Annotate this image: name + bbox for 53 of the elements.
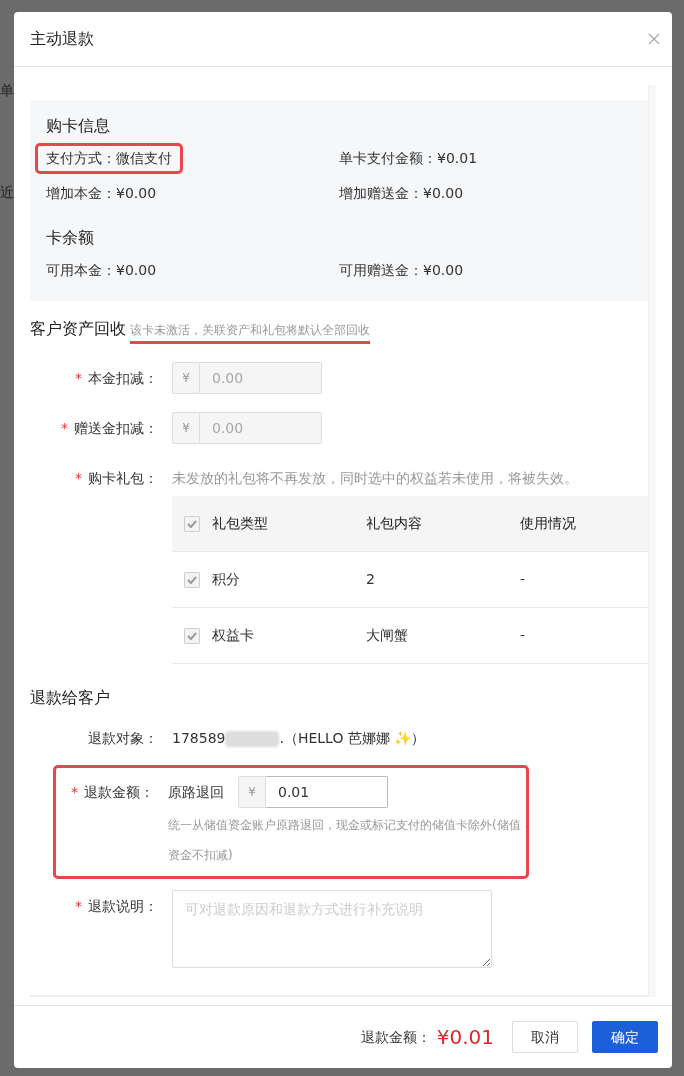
close-icon[interactable] xyxy=(648,33,660,45)
field-label-text: 本金扣减： xyxy=(88,370,158,386)
column-header: 使用情况 xyxy=(520,514,577,533)
info-field: 支付方式：微信支付 xyxy=(38,146,180,171)
redaction-mark xyxy=(225,731,280,747)
total-label: 退款金额： xyxy=(360,1027,431,1047)
section-title: 购卡信息 xyxy=(46,115,111,137)
checkbox[interactable] xyxy=(184,515,200,532)
phone-number: 178589 xyxy=(172,730,226,746)
column-header: 礼包内容 xyxy=(366,514,423,533)
currency-prefix: ¥ xyxy=(172,362,200,394)
info-field: 单卡支付金额：¥0.01 xyxy=(339,146,632,171)
check-icon xyxy=(187,575,197,584)
check-icon xyxy=(187,519,197,528)
info-field: 可用本金：¥0.00 xyxy=(46,258,339,283)
cancel-button[interactable]: 取消 xyxy=(512,1021,578,1053)
required-mark: * xyxy=(75,470,82,486)
required-mark: * xyxy=(75,898,82,914)
amount-input[interactable]: 0.01 xyxy=(266,776,388,808)
required-mark: * xyxy=(75,370,82,386)
check-icon xyxy=(187,631,197,640)
background-text: 单 xyxy=(0,81,14,100)
section-title: 卡余额 xyxy=(46,227,95,249)
section-note: 该卡未激活，关联资产和礼包将默认全部回收 xyxy=(129,321,370,344)
required-mark: * xyxy=(71,784,78,800)
background-text: 近 xyxy=(0,183,14,202)
customer-name: .（HELLO 芭娜娜 ✨） xyxy=(279,730,426,746)
field-label-text: 退款金额： xyxy=(84,784,154,800)
field-label-text: 退款说明： xyxy=(88,898,158,914)
total-amount: ¥0.01 xyxy=(436,1024,494,1051)
info-field: 增加本金：¥0.00 xyxy=(46,181,339,206)
field-label-text: 赠送金扣减： xyxy=(74,420,158,436)
currency-prefix: ¥ xyxy=(238,776,266,808)
section-title: 退款给客户 xyxy=(30,687,111,709)
info-field: 可用赠送金：¥0.00 xyxy=(339,258,632,283)
refund-method: 原路退回 xyxy=(168,782,224,802)
table-cell-text: 权益卡 xyxy=(212,626,255,645)
section-title: 客户资产回收 xyxy=(30,318,126,340)
dialog-title: 主动退款 xyxy=(30,28,94,50)
confirm-button[interactable]: 确定 xyxy=(592,1021,658,1053)
required-mark: * xyxy=(61,420,68,436)
field-label-text: 退款对象： xyxy=(88,730,158,746)
column-header: 礼包类型 xyxy=(212,514,269,533)
help-text: 统一从储值资金账户原路退回，现金或标记支付的储值卡除外(储值资金不扣减) xyxy=(168,817,522,864)
table-cell-text: - xyxy=(520,626,527,645)
field-label-text: 购卡礼包： xyxy=(88,470,158,486)
info-field: 增加赠送金：¥0.00 xyxy=(339,181,632,206)
field-hint: 未发放的礼包将不再发放，同时选中的权益若未使用，将被失效。 xyxy=(172,469,579,488)
table-cell-text: - xyxy=(520,570,527,589)
currency-prefix: ¥ xyxy=(172,412,200,444)
table-cell-text: 大闸蟹 xyxy=(366,626,409,645)
table-cell-text: 积分 xyxy=(212,570,241,589)
table-cell-text: 2 xyxy=(366,570,376,589)
